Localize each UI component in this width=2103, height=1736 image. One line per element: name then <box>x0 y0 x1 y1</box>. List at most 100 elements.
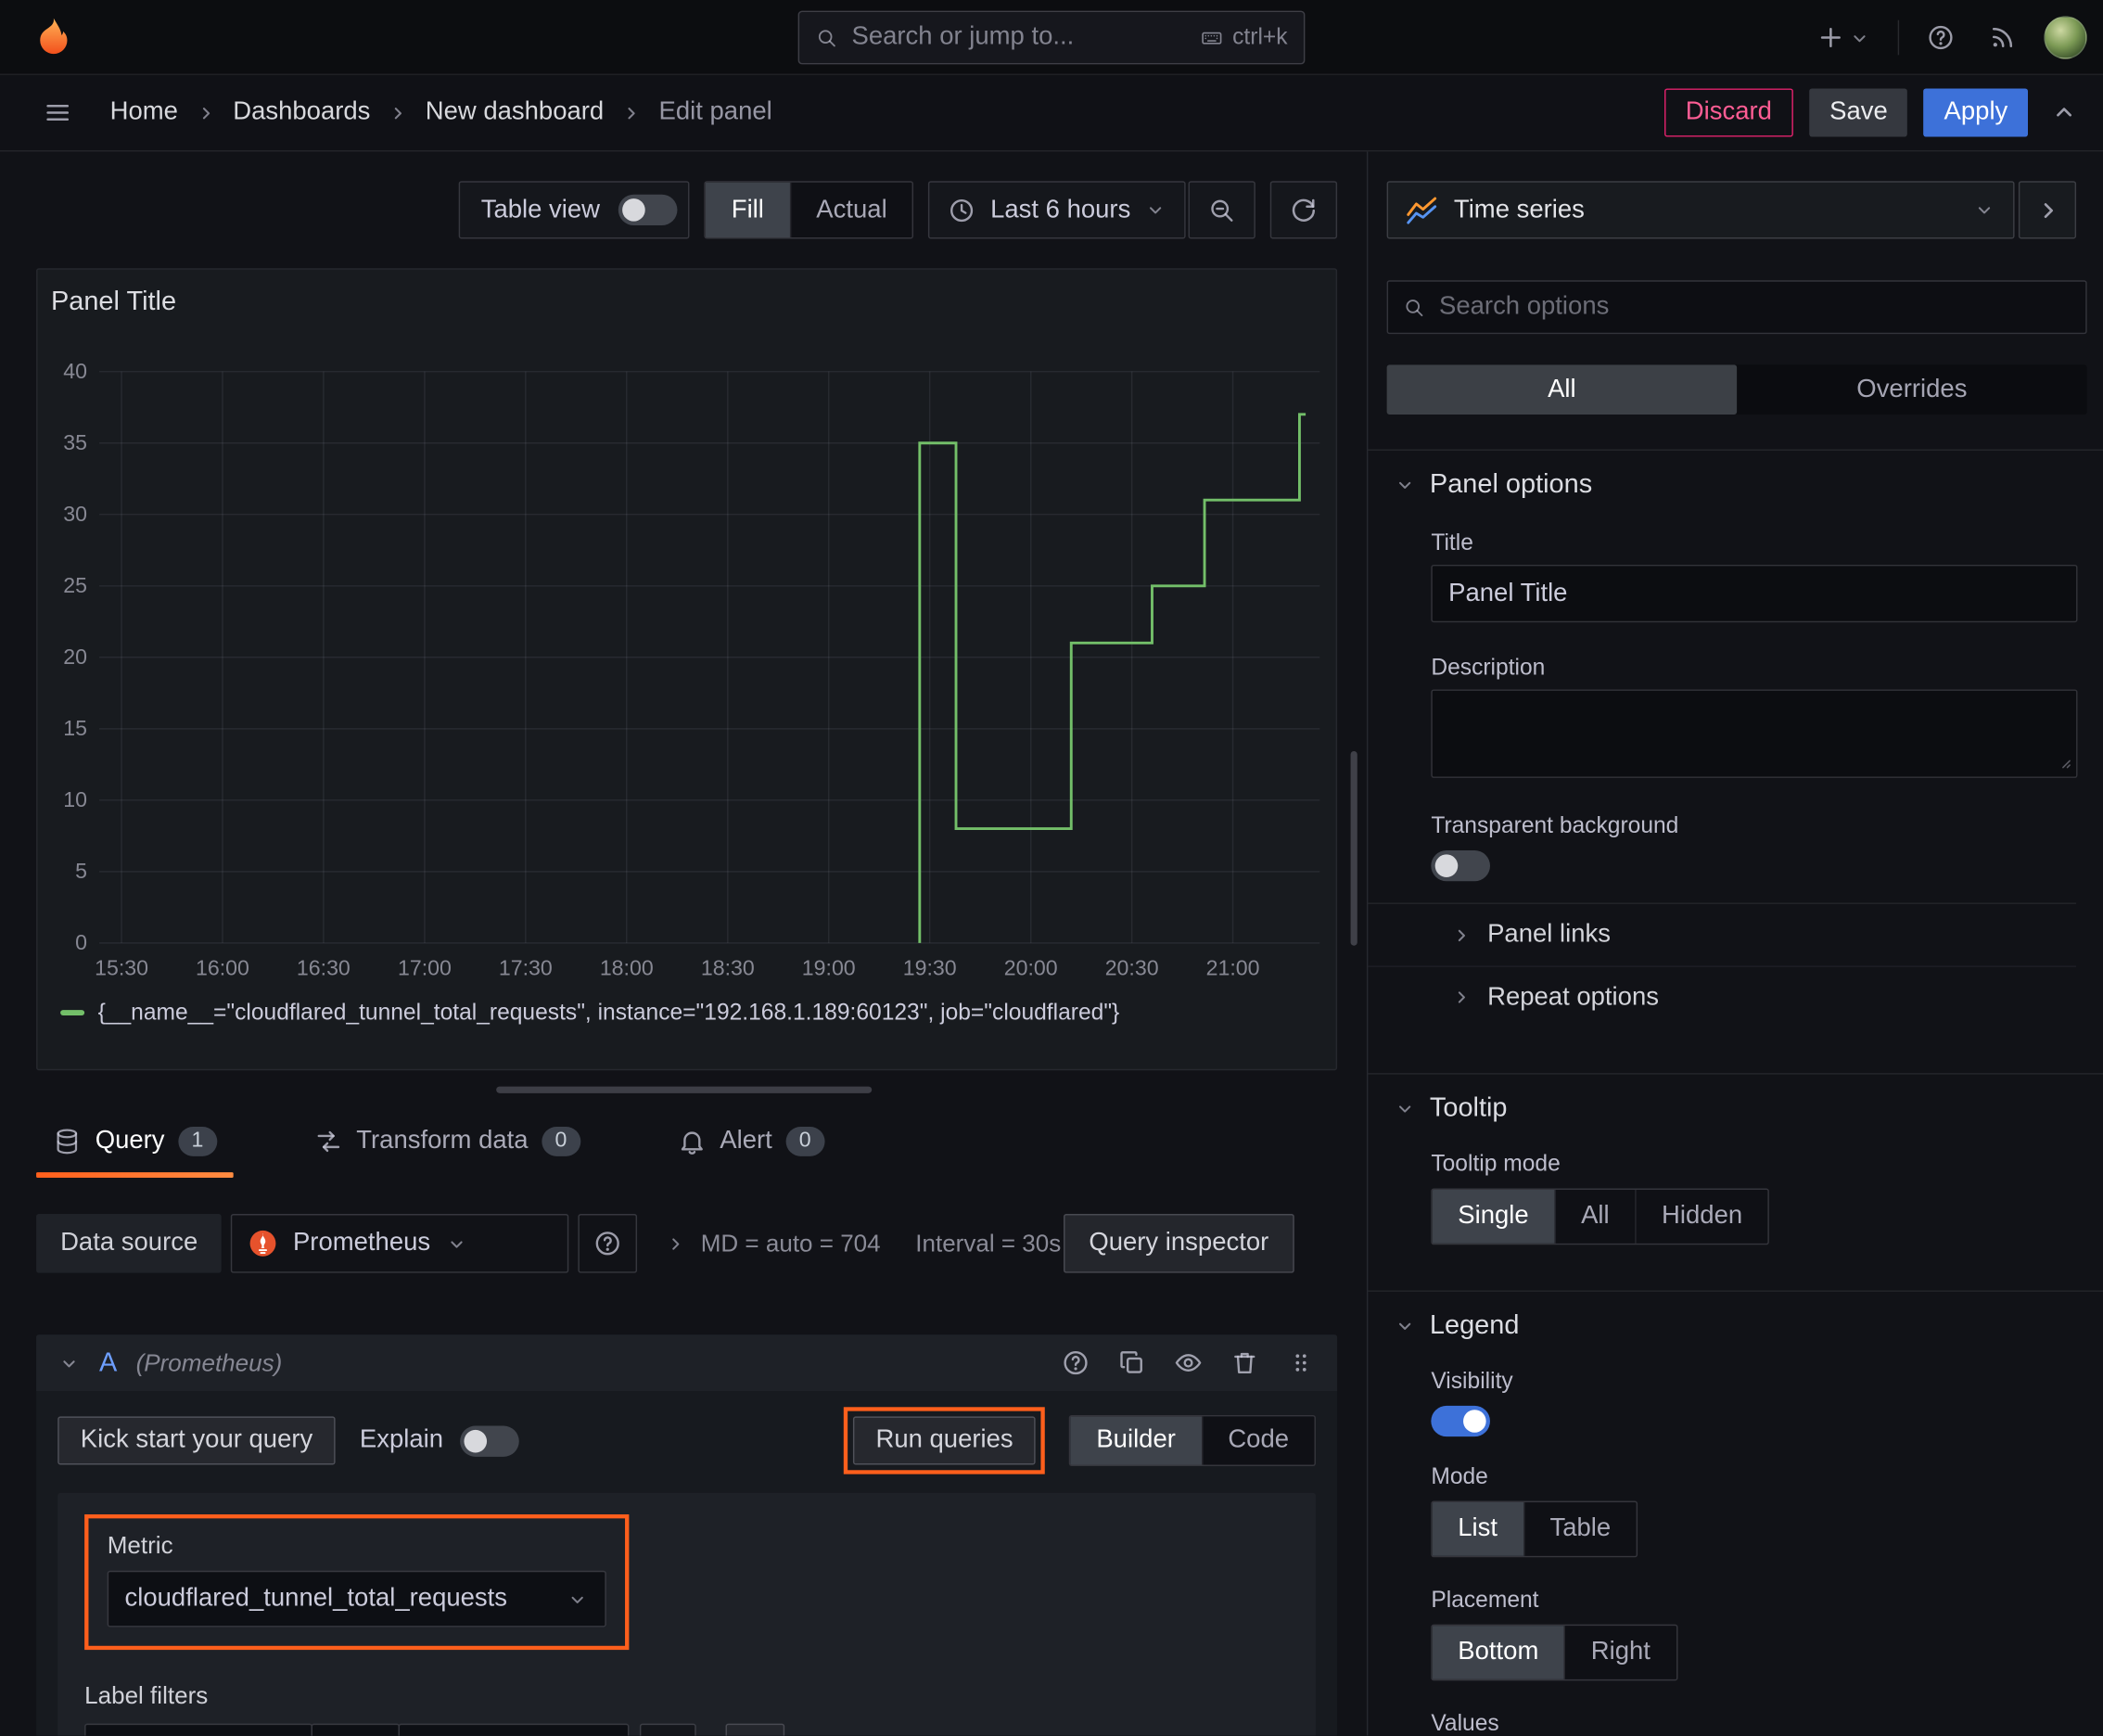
transparent-background-toggle[interactable] <box>1431 850 1490 882</box>
tab-alert[interactable]: Alert 0 <box>661 1111 841 1178</box>
search-bar[interactable]: ctrl+k <box>797 10 1306 65</box>
tab-transform-count: 0 <box>542 1127 580 1156</box>
grafana-logo[interactable] <box>31 15 76 60</box>
delete-query-button[interactable] <box>1230 1348 1259 1378</box>
legend-series-mark[interactable] <box>60 1010 85 1015</box>
save-button[interactable]: Save <box>1809 88 1908 137</box>
panel-options-header[interactable]: Panel options <box>1368 469 2076 500</box>
chevron-down-icon <box>1394 1097 1417 1120</box>
legend-placement-bottom[interactable]: Bottom <box>1432 1626 1564 1679</box>
query-ref-id[interactable]: A <box>99 1347 117 1378</box>
panel-title-input[interactable] <box>1431 564 2078 623</box>
svg-text:16:30: 16:30 <box>297 956 350 980</box>
legend-mode-table[interactable]: Table <box>1523 1502 1637 1556</box>
visualization-picker[interactable]: Time series <box>1386 181 2015 239</box>
news-button[interactable] <box>1982 18 2022 57</box>
svg-text:20: 20 <box>63 645 87 669</box>
apply-button[interactable]: Apply <box>1923 88 2029 137</box>
scrollbar-thumb[interactable] <box>1350 751 1357 946</box>
metric-select[interactable]: cloudflared_tunnel_total_requests <box>107 1570 606 1628</box>
legend-mode-list[interactable]: List <box>1432 1502 1523 1556</box>
query-inspector-button[interactable]: Query inspector <box>1063 1214 1294 1273</box>
remove-filter-button[interactable] <box>639 1723 696 1736</box>
refresh-button[interactable] <box>1269 181 1338 239</box>
panel-description-textarea[interactable] <box>1431 689 2078 778</box>
prometheus-icon <box>249 1229 278 1258</box>
options-tab-all[interactable]: All <box>1386 364 1738 415</box>
run-queries-button[interactable]: Run queries <box>852 1416 1037 1465</box>
mega-menu-toggle[interactable] <box>38 93 78 133</box>
select-label-dropdown[interactable]: Select label <box>84 1723 313 1736</box>
resize-corner-icon[interactable] <box>2051 748 2074 772</box>
tooltip-mode-all[interactable]: All <box>1554 1189 1635 1244</box>
options-tab-overrides[interactable]: Overrides <box>1737 364 2087 415</box>
panel-editor-actions: Discard Save Apply <box>1663 88 2084 137</box>
breadcrumb-dashboards[interactable]: Dashboards <box>233 98 370 128</box>
user-avatar[interactable] <box>2044 16 2087 59</box>
breadcrumb-new-dashboard[interactable]: New dashboard <box>426 98 605 128</box>
chevron-down-icon <box>1394 474 1417 497</box>
query-help-button[interactable] <box>1061 1348 1090 1378</box>
pane-resize-handle[interactable] <box>495 1086 872 1093</box>
collapse-header-button[interactable] <box>2044 93 2084 133</box>
svg-text:21:00: 21:00 <box>1206 956 1260 980</box>
options-search[interactable] <box>1386 280 2087 335</box>
chevron-down-icon <box>1973 198 1996 222</box>
timeseries-chart[interactable]: 0 5 10 15 20 25 30 35 40 15:30 16:00 16:30 17:00 17:3… <box>45 345 1325 997</box>
tab-transform-data[interactable]: Transform data 0 <box>298 1111 597 1178</box>
builder-option[interactable]: Builder <box>1070 1416 1202 1465</box>
description-field-label: Description <box>1431 654 1546 681</box>
search-input[interactable] <box>851 22 1187 53</box>
tooltip-mode-hidden[interactable]: Hidden <box>1635 1189 1768 1244</box>
panel-links-category[interactable]: Panel links <box>1368 904 2076 966</box>
add-filter-button[interactable] <box>725 1723 785 1736</box>
tooltip-mode-single[interactable]: Single <box>1432 1189 1555 1244</box>
tooltip-header[interactable]: Tooltip <box>1368 1093 2076 1124</box>
datasource-picker[interactable]: Prometheus <box>231 1214 569 1273</box>
help-button[interactable] <box>1920 18 1960 57</box>
breadcrumb-home[interactable]: Home <box>110 98 178 128</box>
legend-series-label[interactable]: {__name__="cloudflared_tunnel_total_requ… <box>98 1000 1120 1027</box>
copy-icon <box>1117 1348 1147 1378</box>
datasource-help-button[interactable] <box>579 1214 638 1273</box>
chevron-up-icon <box>2049 98 2079 128</box>
interval-summary: Interval = 30s <box>915 1229 1062 1257</box>
svg-text:40: 40 <box>63 359 87 383</box>
legend-header[interactable]: Legend <box>1368 1310 2076 1341</box>
eye-icon <box>1174 1348 1204 1378</box>
breadcrumb: Home Dashboards New dashboard Edit panel <box>110 98 772 128</box>
legend-visibility-toggle[interactable] <box>1431 1405 1490 1437</box>
code-option[interactable]: Code <box>1201 1416 1314 1465</box>
explain-toggle[interactable] <box>459 1424 519 1457</box>
svg-text:18:30: 18:30 <box>701 956 755 980</box>
question-circle-icon <box>1926 23 1956 53</box>
panel-title[interactable]: Panel Title <box>51 287 176 318</box>
svg-text:20:30: 20:30 <box>1105 956 1159 980</box>
svg-text:16:00: 16:00 <box>196 956 249 980</box>
chart-legend: {__name__="cloudflared_tunnel_total_requ… <box>60 1000 1119 1027</box>
hide-query-button[interactable] <box>1174 1348 1204 1378</box>
legend-placement-right[interactable]: Right <box>1563 1626 1676 1679</box>
tab-query[interactable]: Query 1 <box>36 1111 234 1178</box>
query-row-header[interactable]: A (Prometheus) <box>36 1334 1338 1391</box>
select-value-dropdown[interactable]: Select value <box>398 1723 630 1736</box>
legend-placement-label: Placement <box>1431 1587 1539 1613</box>
zoom-out-button[interactable] <box>1188 181 1255 239</box>
options-search-input[interactable] <box>1439 292 2071 323</box>
drag-query-handle[interactable] <box>1286 1348 1316 1378</box>
repeat-options-category[interactable]: Repeat options <box>1368 965 2077 1028</box>
kick-start-button[interactable]: Kick start your query <box>57 1416 336 1465</box>
duplicate-query-button[interactable] <box>1117 1348 1147 1378</box>
new-menu-button[interactable] <box>1811 18 1877 57</box>
time-range-picker[interactable]: Last 6 hours <box>928 181 1186 239</box>
operator-dropdown[interactable]: = <box>311 1723 401 1736</box>
fill-option[interactable]: Fill <box>706 182 790 238</box>
discard-button[interactable]: Discard <box>1663 88 1794 137</box>
query-row-A: A (Prometheus) Kick start your query Exp… <box>36 1334 1338 1736</box>
collapse-options-pane-button[interactable] <box>2018 181 2077 239</box>
topbar-actions <box>1811 0 2087 75</box>
actual-option[interactable]: Actual <box>789 182 912 238</box>
table-view-toggle[interactable] <box>618 194 678 226</box>
query-options-toggle[interactable] <box>665 1214 688 1273</box>
max-data-points-summary: MD = auto = 704 <box>700 1229 881 1257</box>
